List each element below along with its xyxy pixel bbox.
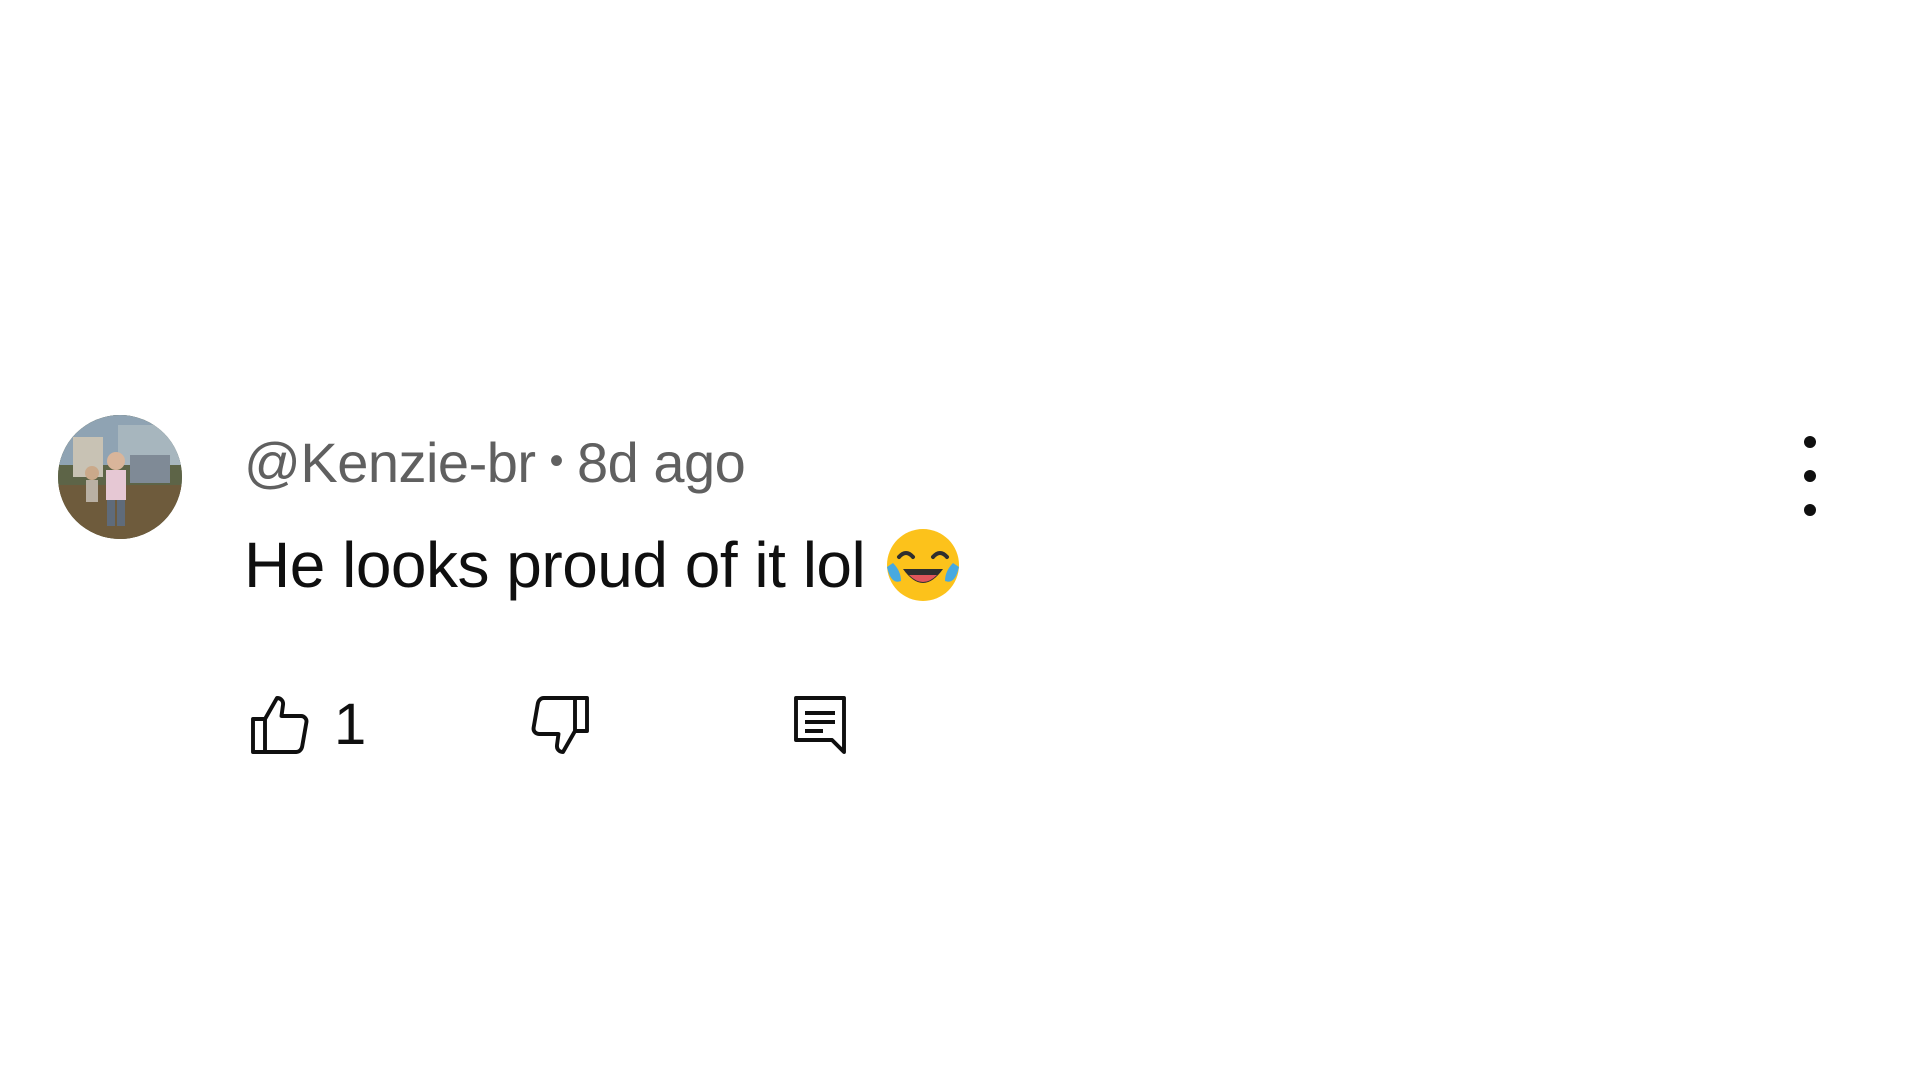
more-vertical-icon[interactable] (1782, 436, 1838, 516)
comment-meta: @Kenzie-br • 8d ago (244, 428, 746, 496)
reply-button[interactable] (784, 680, 856, 770)
dislike-button[interactable] (524, 680, 596, 770)
like-count: 1 (334, 692, 367, 757)
avatar-photo-icon (58, 415, 182, 539)
comment-body: He looks proud of it lol (244, 523, 965, 607)
reply-comment-icon (794, 696, 846, 754)
meta-separator: • (549, 439, 564, 483)
like-button[interactable]: 1 (244, 680, 366, 770)
comment-thread: @Kenzie-br • 8d ago He looks proud of it l… (0, 0, 1920, 1080)
avatar[interactable] (58, 415, 182, 539)
comment-text: He looks proud of it lol (244, 529, 866, 601)
thumbs-up-icon (251, 696, 309, 754)
thumbs-down-icon (531, 696, 589, 754)
author-handle[interactable]: @Kenzie-br (244, 431, 536, 494)
comment-time[interactable]: 8d ago (577, 431, 746, 494)
face-with-tears-of-joy-icon (881, 523, 965, 607)
